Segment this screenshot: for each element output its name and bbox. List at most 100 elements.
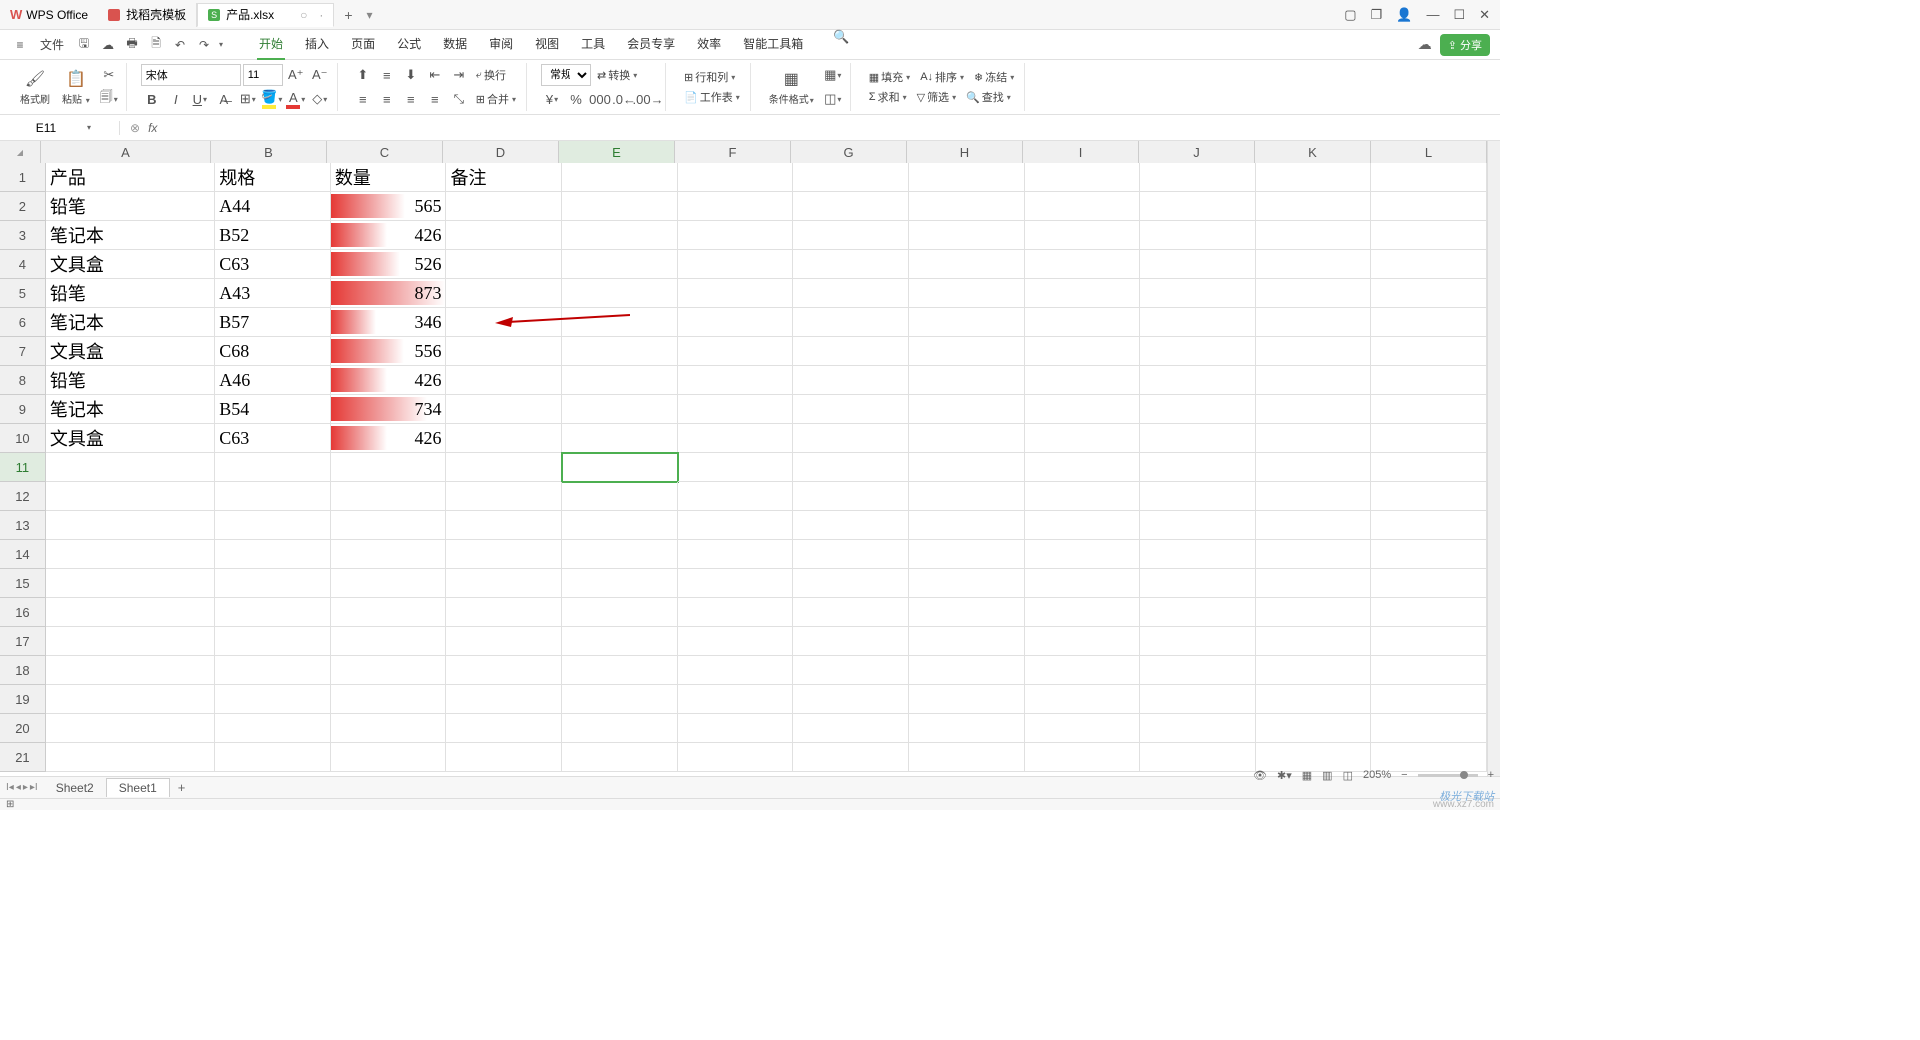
cell[interactable] bbox=[1371, 598, 1487, 627]
cell[interactable] bbox=[1256, 192, 1372, 221]
cell[interactable] bbox=[446, 308, 562, 337]
wrap-button[interactable]: ⤶ 换行 bbox=[472, 66, 510, 84]
cloud-save-icon[interactable]: ☁ bbox=[98, 35, 118, 55]
format-painter-button[interactable]: 🖌格式刷 bbox=[16, 67, 54, 108]
cell[interactable] bbox=[1256, 598, 1372, 627]
tab-formula[interactable]: 公式 bbox=[395, 29, 423, 60]
cell[interactable] bbox=[446, 250, 562, 279]
cell[interactable] bbox=[793, 714, 909, 743]
cell[interactable]: C63 bbox=[215, 424, 331, 453]
cell[interactable] bbox=[446, 366, 562, 395]
percent-icon[interactable]: % bbox=[565, 88, 587, 110]
cell[interactable] bbox=[909, 192, 1025, 221]
cell[interactable]: 426 bbox=[331, 366, 447, 395]
cell[interactable] bbox=[1256, 221, 1372, 250]
row-header[interactable]: 3 bbox=[0, 221, 46, 250]
cell[interactable] bbox=[215, 540, 331, 569]
table-style-icon[interactable]: ▦▾ bbox=[822, 64, 844, 86]
status-indicator-icon[interactable]: ⊞ bbox=[6, 799, 14, 810]
cell[interactable] bbox=[1140, 540, 1256, 569]
cell[interactable] bbox=[1140, 714, 1256, 743]
cell[interactable] bbox=[1025, 221, 1141, 250]
cell[interactable] bbox=[1371, 714, 1487, 743]
cell[interactable] bbox=[1256, 308, 1372, 337]
cell[interactable] bbox=[909, 308, 1025, 337]
cell[interactable] bbox=[46, 598, 215, 627]
redo-icon[interactable]: ↷ bbox=[194, 35, 214, 55]
tab-review[interactable]: 审阅 bbox=[487, 29, 515, 60]
tab-view[interactable]: 视图 bbox=[533, 29, 561, 60]
zoom-slider[interactable] bbox=[1418, 774, 1478, 777]
cell[interactable] bbox=[446, 627, 562, 656]
cell[interactable]: 文具盒 bbox=[46, 337, 215, 366]
cell[interactable] bbox=[446, 656, 562, 685]
cell[interactable] bbox=[446, 221, 562, 250]
cell[interactable] bbox=[1140, 453, 1256, 482]
cell[interactable] bbox=[331, 598, 447, 627]
cell[interactable] bbox=[1256, 714, 1372, 743]
cell[interactable] bbox=[909, 743, 1025, 772]
cell[interactable]: 笔记本 bbox=[46, 221, 215, 250]
cell[interactable] bbox=[1025, 192, 1141, 221]
row-header[interactable]: 16 bbox=[0, 598, 46, 627]
cell[interactable] bbox=[1140, 743, 1256, 772]
cell[interactable] bbox=[1140, 656, 1256, 685]
cell[interactable] bbox=[1025, 598, 1141, 627]
cell[interactable] bbox=[562, 511, 678, 540]
cell[interactable] bbox=[446, 540, 562, 569]
cell[interactable]: 产品 bbox=[46, 163, 215, 192]
minimize-icon[interactable]: — bbox=[1426, 7, 1439, 23]
cell[interactable] bbox=[1371, 366, 1487, 395]
cell[interactable] bbox=[909, 598, 1025, 627]
cell[interactable] bbox=[1256, 279, 1372, 308]
cut-icon[interactable]: ✂ bbox=[98, 64, 120, 86]
cell[interactable] bbox=[446, 337, 562, 366]
cell[interactable] bbox=[446, 598, 562, 627]
row-header[interactable]: 7 bbox=[0, 337, 46, 366]
number-format-select[interactable]: 常规 bbox=[541, 64, 591, 86]
row-header[interactable]: 9 bbox=[0, 395, 46, 424]
grid-body[interactable]: 1产品规格数量备注2铅笔A445653笔记本B524264文具盒C635265铅… bbox=[0, 163, 1487, 780]
cell[interactable] bbox=[678, 192, 794, 221]
cell[interactable] bbox=[1025, 279, 1141, 308]
cell[interactable] bbox=[793, 250, 909, 279]
cell[interactable] bbox=[793, 221, 909, 250]
cell[interactable] bbox=[1371, 685, 1487, 714]
cell[interactable] bbox=[1025, 250, 1141, 279]
maximize-icon[interactable]: ☐ bbox=[1453, 7, 1465, 23]
cell[interactable] bbox=[1025, 743, 1141, 772]
row-col-button[interactable]: ⊞ 行和列▾ bbox=[680, 68, 744, 86]
cell[interactable] bbox=[678, 569, 794, 598]
cell[interactable] bbox=[793, 366, 909, 395]
cell[interactable]: 规格 bbox=[215, 163, 331, 192]
cell[interactable] bbox=[215, 656, 331, 685]
cell[interactable]: A44 bbox=[215, 192, 331, 221]
cell[interactable] bbox=[678, 598, 794, 627]
col-header-H[interactable]: H bbox=[907, 141, 1023, 163]
indent-right-icon[interactable]: ⇥ bbox=[448, 64, 470, 86]
cell[interactable] bbox=[562, 685, 678, 714]
cell[interactable] bbox=[331, 743, 447, 772]
cell[interactable] bbox=[1025, 453, 1141, 482]
cell[interactable] bbox=[678, 424, 794, 453]
cell[interactable] bbox=[562, 540, 678, 569]
cell[interactable] bbox=[793, 163, 909, 192]
cell[interactable] bbox=[678, 627, 794, 656]
doc-tab-template[interactable]: 找稻壳模板 bbox=[98, 3, 197, 27]
cell[interactable] bbox=[1140, 163, 1256, 192]
cell[interactable] bbox=[1025, 163, 1141, 192]
cell[interactable] bbox=[562, 598, 678, 627]
zoom-in-icon[interactable]: + bbox=[1488, 769, 1494, 781]
cell[interactable] bbox=[446, 453, 562, 482]
cell[interactable] bbox=[46, 656, 215, 685]
cell[interactable] bbox=[793, 453, 909, 482]
cell[interactable] bbox=[678, 743, 794, 772]
cell[interactable] bbox=[909, 540, 1025, 569]
cell[interactable] bbox=[678, 482, 794, 511]
convert-button[interactable]: ⇄ 转换▾ bbox=[593, 66, 641, 84]
font-size-select[interactable] bbox=[243, 64, 283, 86]
print-icon[interactable]: 🖶 bbox=[122, 35, 142, 55]
cell[interactable] bbox=[909, 453, 1025, 482]
cell[interactable] bbox=[215, 685, 331, 714]
view-eye-icon[interactable]: 👁 bbox=[1253, 769, 1267, 782]
